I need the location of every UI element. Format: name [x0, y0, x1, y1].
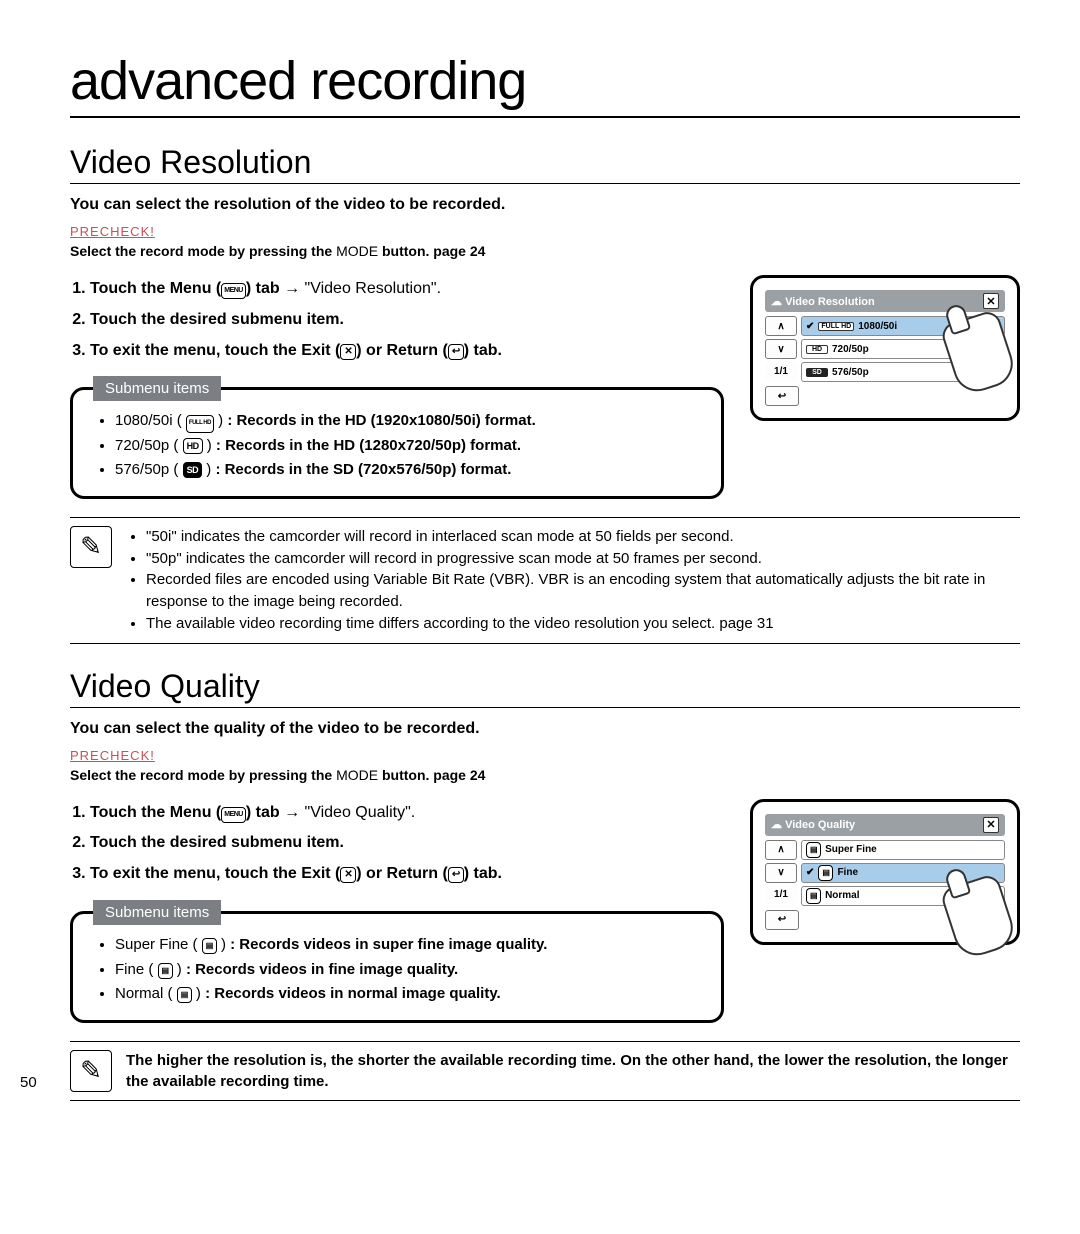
submenu-item: 720/50p ( ) : Records in the HD (1280x72… [115, 435, 699, 458]
note-item: "50p" indicates the camcorder will recor… [146, 548, 1020, 570]
section-intro: You can select the quality of the video … [70, 720, 1020, 738]
quality-icon [202, 938, 217, 954]
scroll-down-button[interactable]: ∨ [765, 339, 797, 359]
quality-icon [806, 888, 821, 904]
page-title: advanced recording [70, 50, 1020, 118]
note-text: The higher the resolution is, the shorte… [126, 1050, 1020, 1092]
list-item[interactable]: Super Fine [801, 840, 1005, 860]
submenu-item: Normal ( ) : Records videos in normal im… [115, 983, 699, 1006]
touch-hand-icon [939, 309, 1019, 398]
section-heading-video-resolution: Video Resolution [70, 144, 1020, 184]
return-icon [448, 867, 464, 883]
submenu-box: Submenu items Super Fine ( ) : Records v… [70, 911, 724, 1023]
quality-icon [177, 987, 192, 1003]
screen-mock-video-quality: ☁ Video Quality ✕ ∧ ∨ 1/1 Super Fine ✔ [750, 799, 1020, 945]
steps-list: Touch the Menu (MENU) tab → "Video Quali… [70, 799, 724, 889]
touch-hand-icon [939, 872, 1019, 961]
submenu-label: Submenu items [93, 376, 221, 401]
note-box: ✎ The higher the resolution is, the shor… [70, 1041, 1020, 1101]
note-box: ✎ "50i" indicates the camcorder will rec… [70, 517, 1020, 644]
submenu-item: Fine ( ) : Records videos in fine image … [115, 959, 699, 982]
screen-header: ☁ Video Resolution ✕ [765, 290, 1005, 312]
note-item: The available video recording time diffe… [146, 613, 1020, 635]
menu-icon: MENU [221, 807, 246, 823]
page-number: 50 [20, 1074, 37, 1091]
submenu-label: Submenu items [93, 900, 221, 925]
steps-list: Touch the Menu (MENU) tab → "Video Resol… [70, 275, 724, 365]
precheck-text: Select the record mode by pressing the M… [70, 243, 1020, 259]
step-item: Touch the desired submenu item. [90, 306, 724, 335]
note-item: Recorded files are encoded using Variabl… [146, 569, 1020, 613]
screen-mock-video-resolution: ☁ Video Resolution ✕ ∧ ∨ 1/1 ✔ FULL HD 1… [750, 275, 1020, 421]
scroll-up-button[interactable]: ∧ [765, 840, 797, 860]
precheck-label: PRECHECK! [70, 224, 1020, 239]
exit-icon [340, 344, 356, 360]
submenu-item: 576/50p ( ) : Records in the SD (720x576… [115, 459, 699, 482]
quality-icon [806, 842, 821, 858]
precheck-label: PRECHECK! [70, 748, 1020, 763]
step-item: Touch the Menu (MENU) tab → "Video Resol… [90, 275, 724, 304]
sd-icon [183, 462, 203, 478]
hd-icon [183, 438, 203, 454]
note-item: "50i" indicates the camcorder will recor… [146, 526, 1020, 548]
scroll-up-button[interactable]: ∧ [765, 316, 797, 336]
step-item: Touch the Menu (MENU) tab → "Video Quali… [90, 799, 724, 828]
pencil-note-icon: ✎ [70, 1050, 112, 1092]
screen-header: ☁ Video Quality ✕ [765, 814, 1005, 836]
submenu-box: Submenu items 1080/50i ( FULL HD ) : Rec… [70, 387, 724, 499]
scroll-down-button[interactable]: ∨ [765, 863, 797, 883]
exit-icon [340, 867, 356, 883]
close-icon[interactable]: ✕ [983, 817, 999, 833]
close-icon[interactable]: ✕ [983, 293, 999, 309]
quality-icon [818, 865, 833, 881]
fullhd-icon: FULL HD [186, 415, 214, 433]
menu-icon: MENU [221, 283, 246, 299]
submenu-item: Super Fine ( ) : Records videos in super… [115, 934, 699, 957]
step-item: To exit the menu, touch the Exit () or R… [90, 337, 724, 366]
step-item: To exit the menu, touch the Exit () or R… [90, 860, 724, 889]
check-icon: ✔ [806, 867, 814, 878]
check-icon: ✔ [806, 321, 814, 332]
pager-label: 1/1 [765, 362, 797, 380]
pencil-note-icon: ✎ [70, 526, 112, 568]
pager-label: 1/1 [765, 886, 797, 904]
precheck-text: Select the record mode by pressing the M… [70, 767, 1020, 783]
step-item: Touch the desired submenu item. [90, 829, 724, 858]
return-icon [448, 344, 464, 360]
quality-icon [158, 963, 173, 979]
return-button[interactable]: ↩ [765, 386, 799, 406]
section-intro: You can select the resolution of the vid… [70, 196, 1020, 214]
return-button[interactable]: ↩ [765, 910, 799, 930]
submenu-item: 1080/50i ( FULL HD ) : Records in the HD… [115, 410, 699, 433]
section-heading-video-quality: Video Quality [70, 668, 1020, 708]
